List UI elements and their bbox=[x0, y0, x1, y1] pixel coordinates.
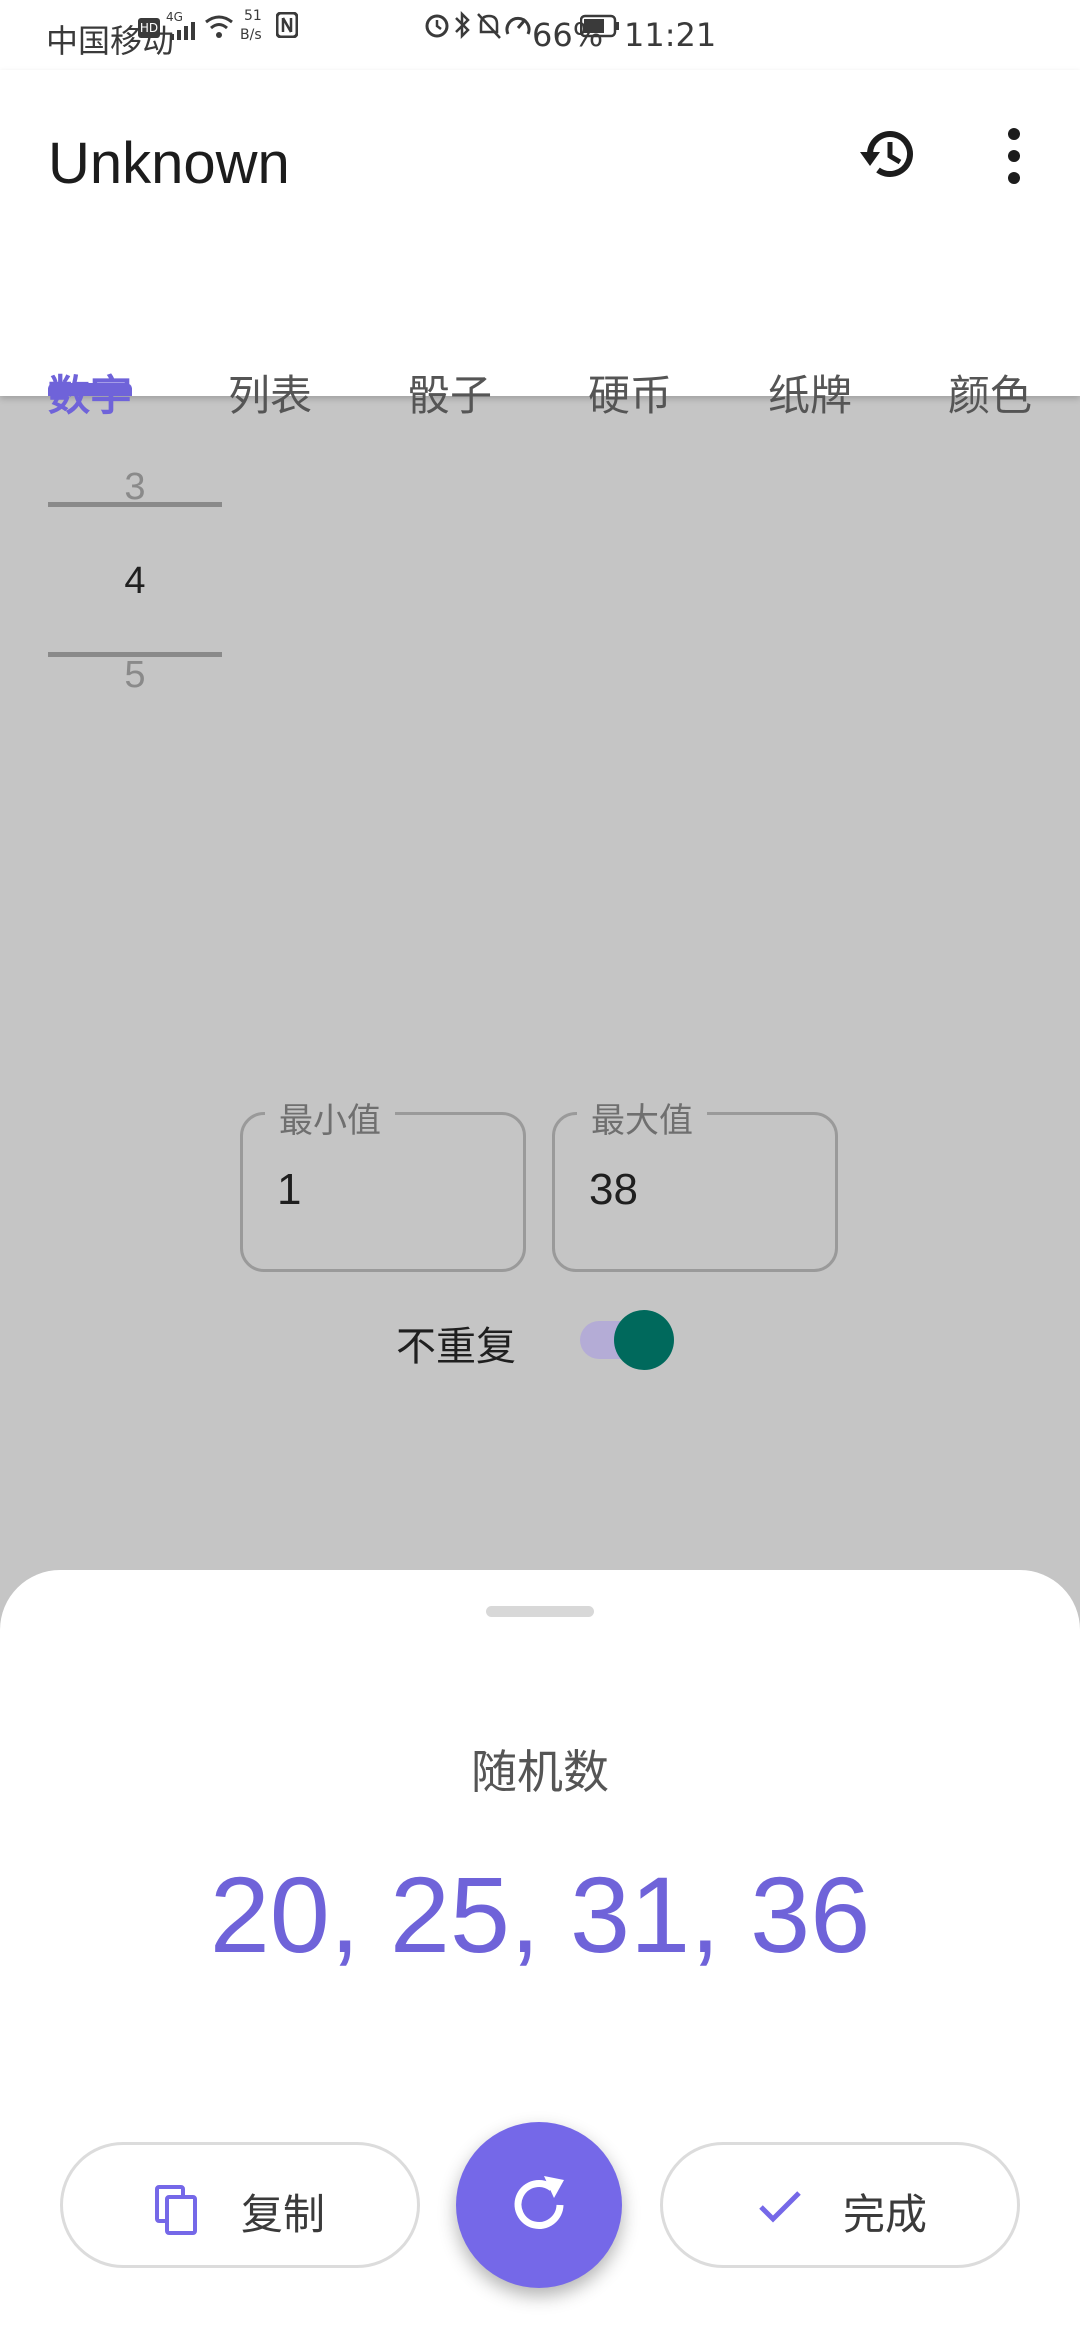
history-icon[interactable] bbox=[856, 122, 920, 186]
tab-list[interactable]: 列表 bbox=[228, 362, 312, 423]
page-title: Unknown bbox=[48, 131, 290, 196]
tab-dice[interactable]: 骰子 bbox=[408, 362, 492, 423]
max-value-label: 最大值 bbox=[577, 1093, 707, 1142]
max-value-input[interactable]: 38 bbox=[589, 1165, 638, 1215]
data-saver-icon bbox=[505, 16, 531, 35]
min-value-label: 最小值 bbox=[265, 1093, 395, 1142]
switch-thumb bbox=[614, 1310, 674, 1370]
tab-coin[interactable]: 硬币 bbox=[588, 362, 672, 423]
app-bar: Unknown 数字 列表 骰子 硬币 纸牌 颜色 bbox=[0, 70, 1080, 420]
tab-cards[interactable]: 纸牌 bbox=[768, 362, 852, 423]
more-options-icon[interactable] bbox=[1002, 124, 1026, 188]
tab-indicator bbox=[48, 383, 132, 396]
wifi-icon bbox=[205, 15, 233, 38]
refresh-icon bbox=[514, 2176, 564, 2229]
mute-icon bbox=[477, 13, 501, 39]
signal-icon bbox=[170, 22, 195, 40]
no-repeat-label: 不重复 bbox=[396, 1324, 516, 1370]
bluetooth-icon bbox=[455, 10, 470, 40]
max-value-field[interactable]: 最大值 38 bbox=[552, 1093, 838, 1272]
check-icon bbox=[759, 2191, 801, 2223]
battery-icon bbox=[580, 14, 619, 38]
status-bar: 中国移动 HD 4G 51 B/s 66% 11:21 bbox=[0, 0, 1080, 70]
nfc-icon bbox=[276, 12, 298, 38]
network-speed-unit: B/s bbox=[240, 27, 262, 43]
alarm-icon bbox=[425, 14, 449, 38]
tab-color[interactable]: 颜色 bbox=[948, 362, 1032, 423]
no-repeat-switch[interactable] bbox=[578, 1308, 678, 1372]
done-button[interactable]: 完成 bbox=[660, 2142, 1020, 2268]
copy-button[interactable]: 复制 bbox=[60, 2142, 420, 2268]
regenerate-button[interactable] bbox=[456, 2122, 622, 2288]
copy-icon bbox=[155, 2185, 197, 2235]
copy-label: 复制 bbox=[241, 2190, 326, 2239]
hd-badge: HD bbox=[138, 18, 160, 38]
sheet-title: 随机数 bbox=[471, 1745, 609, 1799]
clock: 11:21 bbox=[624, 16, 717, 54]
tab-bar: 数字 列表 骰子 硬币 纸牌 颜色 bbox=[0, 290, 1080, 420]
network-speed-value: 51 bbox=[244, 8, 262, 24]
picker-next-value: 5 bbox=[124, 654, 146, 696]
min-value-input[interactable]: 1 bbox=[277, 1165, 301, 1215]
min-value-field[interactable]: 最小值 1 bbox=[240, 1093, 526, 1272]
done-label: 完成 bbox=[843, 2190, 928, 2239]
picker-divider-top bbox=[48, 502, 222, 507]
drag-handle[interactable] bbox=[486, 1606, 594, 1617]
random-result: 20, 25, 31, 36 bbox=[209, 1854, 871, 1975]
result-bottom-sheet: 随机数 20, 25, 31, 36 复制 完成 bbox=[0, 1570, 1080, 2340]
picker-current-value: 4 bbox=[124, 560, 146, 602]
